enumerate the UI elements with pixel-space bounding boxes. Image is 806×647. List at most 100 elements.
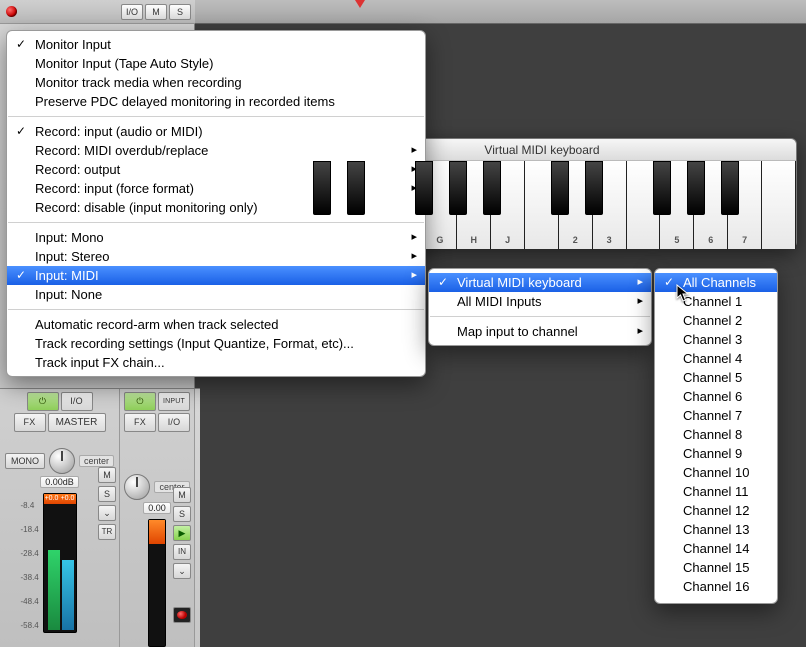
clip-right: +0.0	[60, 494, 76, 504]
black-key[interactable]	[551, 161, 569, 215]
channel-submenu-item[interactable]: Channel 4	[655, 349, 777, 368]
context-menu-item[interactable]: Preserve PDC delayed monitoring in recor…	[7, 92, 425, 111]
white-key[interactable]	[762, 161, 796, 249]
meter-tick: -58.4	[21, 622, 39, 630]
channel-submenu-item[interactable]: Channel 5	[655, 368, 777, 387]
mute-button[interactable]: M	[145, 4, 167, 20]
track-io-button[interactable]: I/O	[158, 413, 190, 432]
io-button[interactable]: I/O	[121, 4, 143, 20]
context-menu-item[interactable]: Input: MIDI	[7, 266, 425, 285]
track-power-button[interactable]: ⏻	[124, 392, 156, 411]
mixer-panel: ⏻ I/O FX MASTER MONO center 0.00dB +0.0 …	[0, 388, 200, 647]
menu-separator	[8, 309, 424, 310]
input-midi-submenu[interactable]: Virtual MIDI keyboardAll MIDI Inputs Map …	[428, 268, 652, 346]
track-channel: ⏻ INPUT FX FX I/O center 0.00 M S ▶ IN ⌄	[120, 389, 195, 647]
black-key[interactable]	[585, 161, 603, 215]
channel-submenu-item[interactable]: Channel 2	[655, 311, 777, 330]
track-mute-button[interactable]: M	[173, 487, 191, 503]
key-label: 5	[674, 235, 679, 245]
channel-submenu-item[interactable]: Channel 8	[655, 425, 777, 444]
menu-separator	[8, 116, 424, 117]
context-menu-item[interactable]: Monitor track media when recording	[7, 73, 425, 92]
midi-submenu-item[interactable]: All MIDI Inputs	[429, 292, 651, 311]
master-pan-label: center	[79, 455, 114, 467]
channel-submenu-item[interactable]: Channel 6	[655, 387, 777, 406]
context-menu-item[interactable]: Monitor Input	[7, 35, 425, 54]
track-meter	[148, 519, 166, 647]
master-mono-button[interactable]: MONO	[5, 453, 45, 469]
channel-submenu-item[interactable]: Channel 3	[655, 330, 777, 349]
track-clip-indicator[interactable]	[149, 520, 165, 544]
master-db-label: 0.00dB	[40, 476, 79, 488]
black-key[interactable]	[449, 161, 467, 215]
master-solo-button[interactable]: S	[98, 486, 116, 502]
record-arm-button[interactable]	[6, 6, 17, 17]
meter-tick: -28.4	[21, 550, 39, 558]
track-in-button[interactable]: IN	[173, 544, 191, 560]
black-key[interactable]	[347, 161, 365, 215]
key-label: 6	[708, 235, 713, 245]
context-menu-item[interactable]: Record: input (audio or MIDI)	[7, 122, 425, 141]
black-key[interactable]	[721, 161, 739, 215]
channel-submenu-item[interactable]: Channel 14	[655, 539, 777, 558]
track-fx-button[interactable]: FX	[124, 413, 156, 432]
channel-submenu-item[interactable]: Channel 1	[655, 292, 777, 311]
context-menu-item[interactable]: Input: None	[7, 285, 425, 304]
clip-left: +0.0	[44, 494, 60, 504]
key-label: H	[470, 235, 477, 245]
channel-submenu-item[interactable]: Channel 10	[655, 463, 777, 482]
master-clip-indicator[interactable]: +0.0 +0.0	[44, 494, 76, 504]
channel-submenu-item[interactable]: Channel 12	[655, 501, 777, 520]
menu-separator	[430, 316, 650, 317]
master-mute-button[interactable]: M	[98, 467, 116, 483]
midi-submenu-item[interactable]: Virtual MIDI keyboard	[429, 273, 651, 292]
track-play-button[interactable]: ▶	[173, 525, 191, 541]
workspace: I/O M S Virtual MIDI keyboard SDGHJ23567…	[0, 0, 806, 647]
context-menu-item[interactable]: Automatic record-arm when track selected	[7, 315, 425, 334]
channel-submenu-item[interactable]: Channel 13	[655, 520, 777, 539]
track-inputfx-button[interactable]: INPUT FX	[158, 392, 190, 411]
meter-tick: -8.4	[21, 502, 39, 510]
channel-submenu-item[interactable]: Channel 16	[655, 577, 777, 596]
black-key[interactable]	[687, 161, 705, 215]
timeline-ruler[interactable]	[195, 0, 806, 24]
black-key[interactable]	[415, 161, 433, 215]
channel-submenu-item[interactable]: Channel 9	[655, 444, 777, 463]
key-label: J	[505, 235, 510, 245]
track-record-button[interactable]	[173, 607, 191, 623]
context-menu-item[interactable]: Record: MIDI overdub/replace	[7, 141, 425, 160]
master-channel: ⏻ I/O FX MASTER MONO center 0.00dB +0.0 …	[0, 389, 120, 647]
play-cursor-icon[interactable]	[355, 0, 365, 8]
context-menu-item[interactable]: Monitor Input (Tape Auto Style)	[7, 54, 425, 73]
master-pan-knob[interactable]	[49, 448, 75, 474]
menu-separator	[8, 222, 424, 223]
meter-tick: -48.4	[21, 598, 39, 606]
context-menu-item[interactable]: Input: Stereo	[7, 247, 425, 266]
track-pan-knob[interactable]	[124, 474, 150, 500]
master-tr-button[interactable]: TR	[98, 524, 116, 540]
master-io-button[interactable]: I/O	[61, 392, 93, 411]
channel-submenu-item[interactable]: Channel 7	[655, 406, 777, 425]
track-out-button[interactable]: ⌄	[173, 563, 191, 579]
master-env-button[interactable]: ⌄	[98, 505, 116, 521]
black-key[interactable]	[313, 161, 331, 215]
master-name-label: MASTER	[48, 413, 106, 432]
context-menu-item[interactable]: Track recording settings (Input Quantize…	[7, 334, 425, 353]
meter-scale: -8.4-18.4-28.4-38.4-48.4-58.4	[21, 502, 39, 630]
track-1-header[interactable]: I/O M S	[0, 0, 195, 24]
master-power-button[interactable]: ⏻	[27, 392, 59, 411]
black-key[interactable]	[653, 161, 671, 215]
solo-button[interactable]: S	[169, 4, 191, 20]
master-fx-button[interactable]: FX	[14, 413, 46, 432]
channel-submenu-item[interactable]: All Channels	[655, 273, 777, 292]
channel-submenu-item[interactable]: Channel 15	[655, 558, 777, 577]
midi-submenu-item[interactable]: Map input to channel	[429, 322, 651, 341]
midi-channel-submenu[interactable]: All ChannelsChannel 1Channel 2Channel 3C…	[654, 268, 778, 604]
channel-submenu-item[interactable]: Channel 11	[655, 482, 777, 501]
black-key[interactable]	[483, 161, 501, 215]
master-meter: +0.0 +0.0	[43, 493, 77, 633]
track-solo-button[interactable]: S	[173, 506, 191, 522]
context-menu-item[interactable]: Input: Mono	[7, 228, 425, 247]
key-label: 3	[607, 235, 612, 245]
context-menu-item[interactable]: Track input FX chain...	[7, 353, 425, 372]
